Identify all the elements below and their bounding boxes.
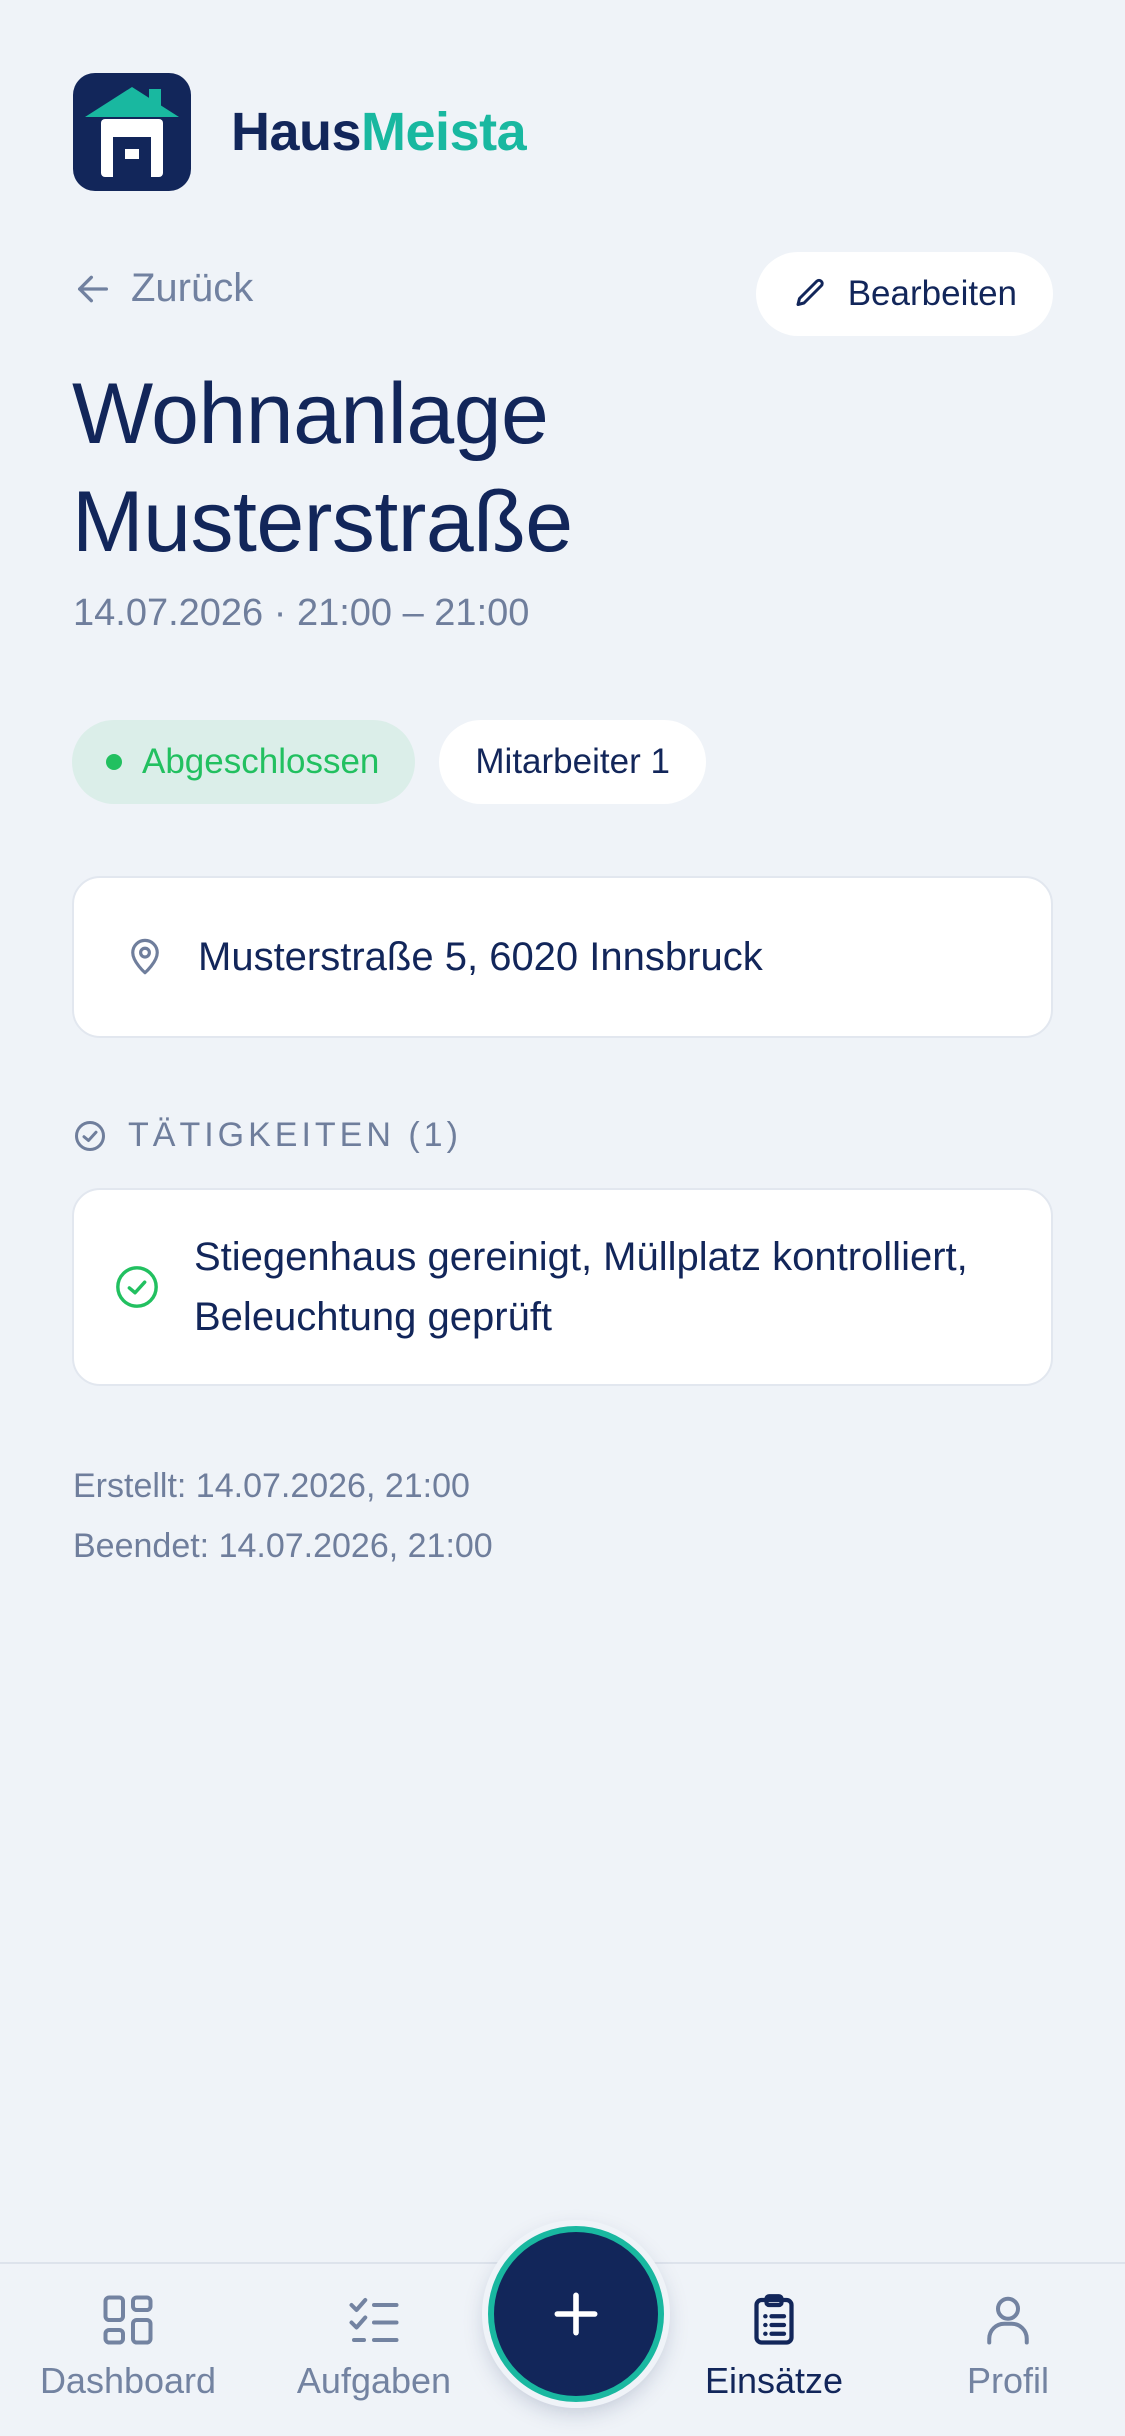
check-circle-icon bbox=[116, 1266, 158, 1308]
nav-label-einsaetze: Einsätze bbox=[704, 2360, 844, 2401]
badge-row: Abgeschlossen Mitarbeiter 1 bbox=[72, 720, 706, 804]
brand-name-part-a: Haus bbox=[231, 102, 362, 162]
nav-item-profil[interactable]: Profil bbox=[898, 2290, 1118, 2402]
nav-item-dashboard[interactable]: Dashboard bbox=[18, 2290, 238, 2402]
add-button[interactable] bbox=[488, 2226, 664, 2402]
plus-icon bbox=[554, 2292, 598, 2336]
grid-icon bbox=[103, 2295, 153, 2345]
brand-name: HausMeista bbox=[231, 101, 527, 163]
task-text: Stiegenhaus gereinigt, Müllplatz kontrol… bbox=[194, 1235, 968, 1339]
tasks-section-heading: TÄTIGKEITEN (1) bbox=[72, 1116, 462, 1155]
ended-timestamp: Beendet: 14.07.2026, 21:00 bbox=[73, 1527, 493, 1565]
clipboard-icon bbox=[754, 2294, 794, 2345]
checklist-icon bbox=[349, 2298, 399, 2342]
brand-name-part-b: Meista bbox=[361, 102, 527, 162]
list-item[interactable]: Stiegenhaus gereinigt, Müllplatz kontrol… bbox=[72, 1188, 1053, 1386]
nav-item-einsaetze[interactable]: Einsätze bbox=[664, 2290, 884, 2402]
created-timestamp: Erstellt: 14.07.2026, 21:00 bbox=[73, 1467, 470, 1505]
status-label: Abgeschlossen bbox=[142, 742, 380, 781]
assignment-datetime: 14.07.2026 · 21:00 – 21:00 bbox=[73, 592, 530, 634]
house-logo-icon bbox=[73, 73, 191, 191]
edit-label: Bearbeiten bbox=[847, 274, 1017, 313]
staff-badge: Mitarbeiter 1 bbox=[439, 720, 706, 804]
arrow-left-icon bbox=[78, 275, 109, 302]
status-dot-icon bbox=[106, 754, 122, 770]
map-pin-icon bbox=[131, 938, 159, 975]
staff-label: Mitarbeiter 1 bbox=[475, 742, 670, 781]
user-icon bbox=[987, 2296, 1029, 2345]
tasks-heading-label: TÄTIGKEITEN (1) bbox=[128, 1116, 462, 1154]
nav-label-profil: Profil bbox=[966, 2360, 1050, 2401]
app-brand: HausMeista bbox=[73, 73, 527, 191]
timestamps: Erstellt: 14.07.2026, 21:00 Beendet: 14.… bbox=[73, 1456, 493, 1576]
status-badge: Abgeschlossen bbox=[72, 720, 416, 804]
nav-item-aufgaben[interactable]: Aufgaben bbox=[264, 2290, 484, 2402]
circle-check-icon bbox=[75, 1120, 105, 1151]
assignment-detail-screen: HausMeista Zurück Bearbeiten Wohnanlage … bbox=[0, 0, 1125, 2436]
address-card[interactable]: Musterstraße 5, 6020 Innsbruck bbox=[72, 876, 1053, 1038]
page-title: Wohnanlage Musterstraße bbox=[72, 366, 573, 570]
nav-label-aufgaben: Aufgaben bbox=[296, 2360, 452, 2401]
pencil-icon bbox=[796, 278, 824, 306]
edit-button[interactable]: Bearbeiten bbox=[755, 252, 1053, 336]
address-text: Musterstraße 5, 6020 Innsbruck bbox=[198, 934, 763, 979]
nav-label-dashboard: Dashboard bbox=[39, 2360, 217, 2401]
back-label: Zurück bbox=[131, 266, 254, 310]
back-link[interactable]: Zurück bbox=[73, 266, 253, 311]
